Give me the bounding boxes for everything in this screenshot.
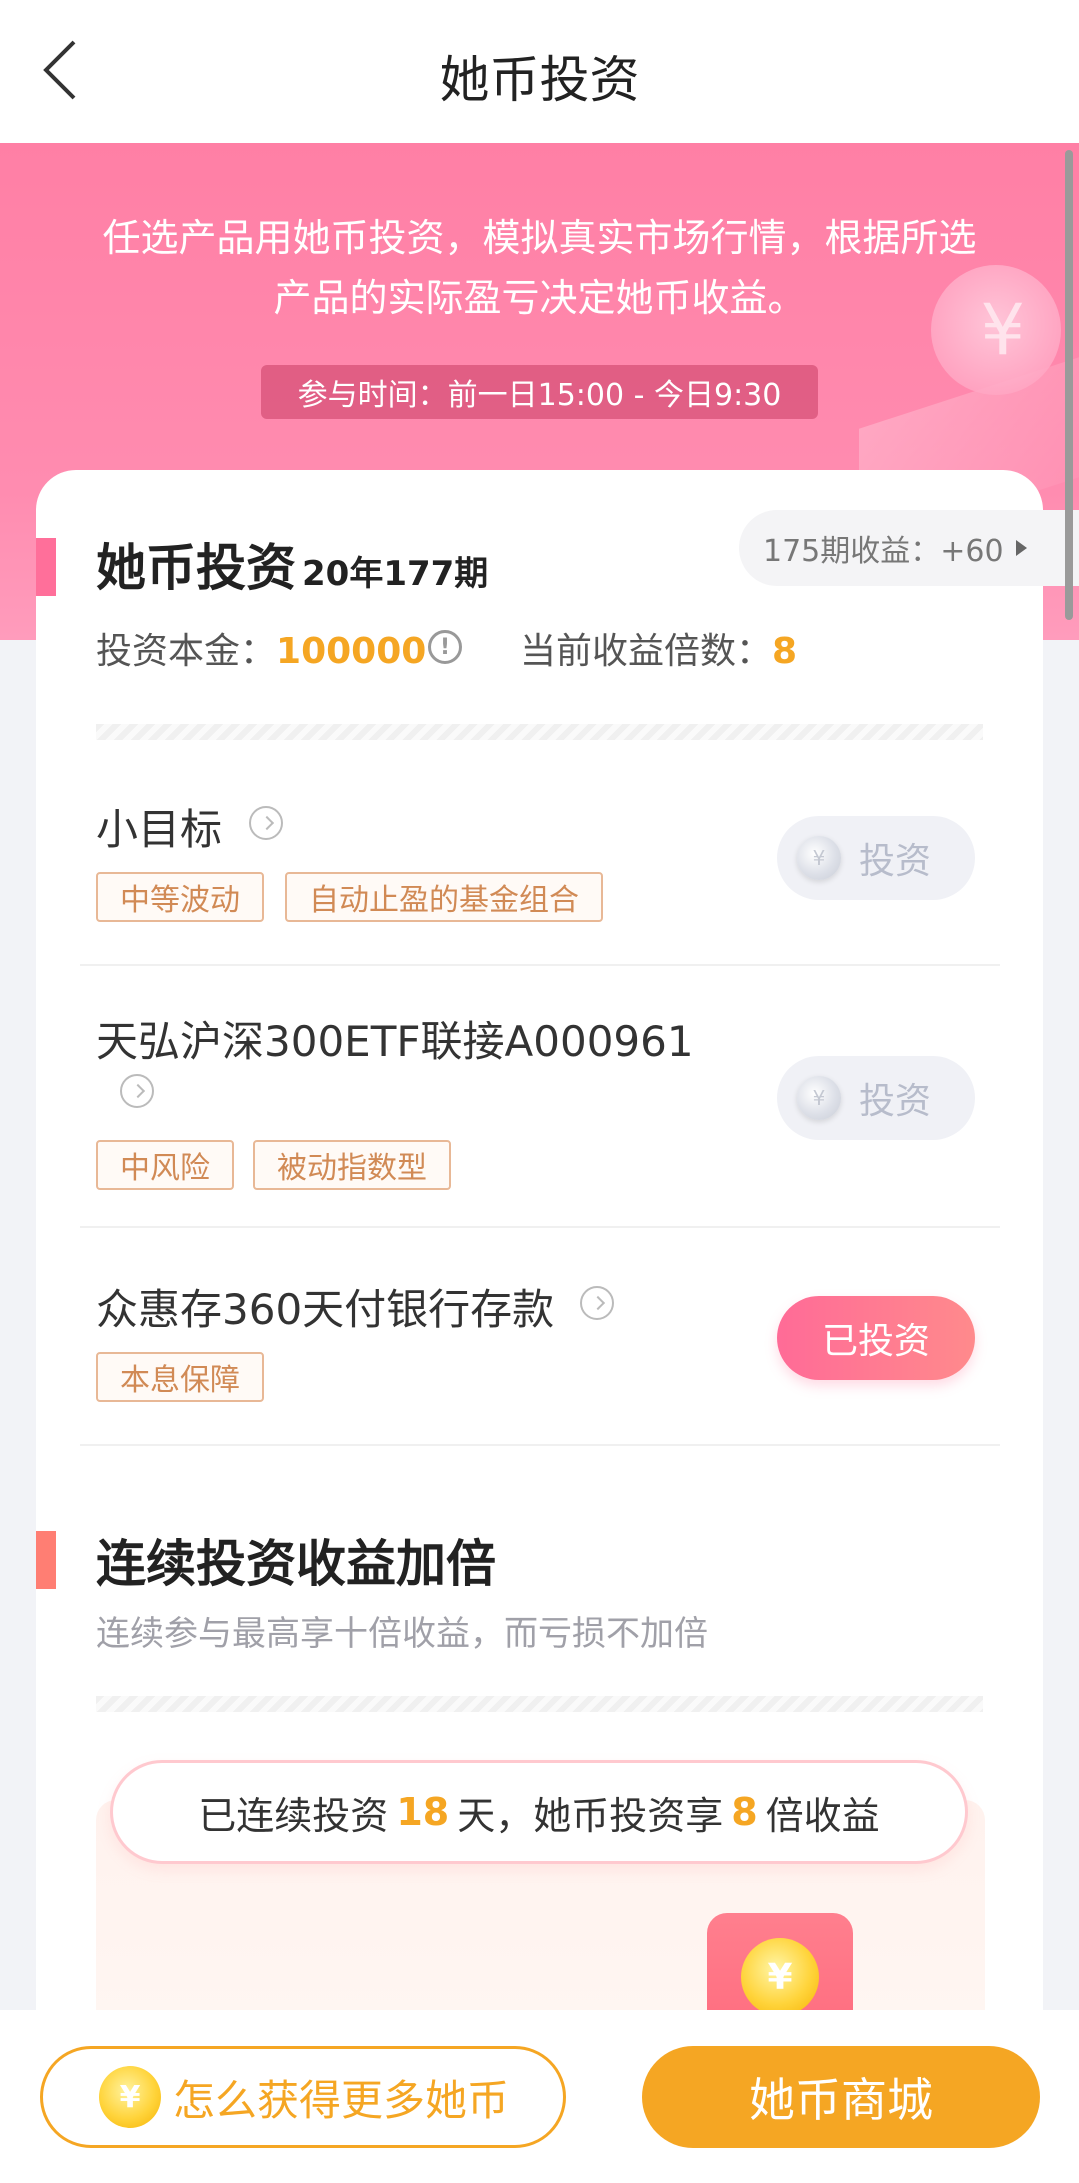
banner-description: 任选产品用她币投资，模拟真实市场行情，根据所选产品的实际盈亏决定她币收益。: [102, 216, 977, 320]
previous-profit-text: 175期收益：+60: [763, 534, 1004, 569]
multiplier-stat: 当前收益倍数：8: [520, 622, 797, 674]
product-tag: 中风险: [96, 1140, 234, 1190]
invest-button[interactable]: ¥ 投资: [777, 1056, 975, 1140]
invest-button-label: 投资: [859, 841, 932, 882]
product-tag: 自动止盈的基金组合: [285, 872, 603, 922]
section-accent-bar: [36, 1531, 56, 1589]
streak-multiplier: 8: [731, 1790, 758, 1834]
streak-section-subtitle: 连续参与最高享十倍收益，而亏损不加倍: [96, 1614, 708, 1654]
streak-status-pill: 已连续投资 18 天，她币投资享 8 倍收益: [110, 1760, 968, 1864]
chevron-right-circle-icon[interactable]: [580, 1286, 614, 1320]
streak-days: 18: [396, 1790, 450, 1834]
product-name[interactable]: 小目标: [96, 796, 222, 857]
invest-period: 20年177期: [302, 554, 489, 594]
top-nav-bar: 她币投资: [0, 0, 1079, 143]
yen-symbol: ¥: [980, 289, 1025, 371]
coin-icon: ¥: [797, 836, 841, 880]
invested-button[interactable]: 已投资: [777, 1296, 975, 1380]
hatched-divider: [96, 724, 983, 740]
chevron-right-circle-icon[interactable]: [249, 806, 283, 840]
participation-time: 参与时间：前一日15:00 - 今日9:30: [261, 365, 818, 419]
chevron-right-circle-icon[interactable]: [120, 1074, 154, 1108]
row-divider: [80, 1226, 1000, 1228]
how-to-earn-label: 怎么获得更多她币: [173, 2075, 510, 2125]
product-tag: 本息保障: [96, 1352, 264, 1402]
product-tag: 被动指数型: [253, 1140, 451, 1190]
streak-middle: 天，她币投资享: [457, 1793, 724, 1838]
principal-value: 100000: [276, 631, 427, 672]
product-name[interactable]: 众惠存360天付银行存款: [96, 1276, 554, 1337]
gold-coin-icon: ¥: [99, 2066, 161, 2128]
row-divider: [80, 1444, 1000, 1446]
invest-title-text: 她币投资: [96, 539, 296, 597]
how-to-earn-button[interactable]: ¥ 怎么获得更多她币: [40, 2046, 566, 2148]
principal-label: 投资本金：: [96, 631, 277, 672]
multiplier-value: 8: [772, 631, 798, 672]
coin-icon: ¥: [797, 1076, 841, 1120]
invest-section-title: 她币投资 20年177期: [96, 528, 488, 600]
previous-profit-pill[interactable]: 175期收益：+60: [739, 510, 1079, 586]
invest-button-label: 投资: [859, 1081, 932, 1122]
section-accent-bar: [36, 538, 56, 596]
gold-coin-icon: ¥: [741, 1938, 819, 2016]
play-arrow-icon: [1015, 540, 1027, 556]
streak-suffix: 倍收益: [765, 1793, 880, 1838]
principal-stat: 投资本金：100000: [96, 622, 426, 674]
scrollbar[interactable]: [1065, 150, 1073, 620]
page-title: 她币投资: [439, 51, 640, 109]
hatched-divider: [96, 1696, 983, 1712]
multiplier-label: 当前收益倍数：: [520, 631, 773, 672]
streak-prefix: 已连续投资: [198, 1793, 389, 1838]
product-name[interactable]: 天弘沪深300ETF联接A000961: [96, 1008, 694, 1069]
streak-section-title: 连续投资收益加倍: [96, 1535, 496, 1593]
row-divider: [80, 964, 1000, 966]
product-tag: 中等波动: [96, 872, 264, 922]
invest-button[interactable]: ¥ 投资: [777, 816, 975, 900]
info-icon[interactable]: !: [428, 630, 462, 664]
coin-mall-button[interactable]: 她币商城: [642, 2046, 1040, 2148]
